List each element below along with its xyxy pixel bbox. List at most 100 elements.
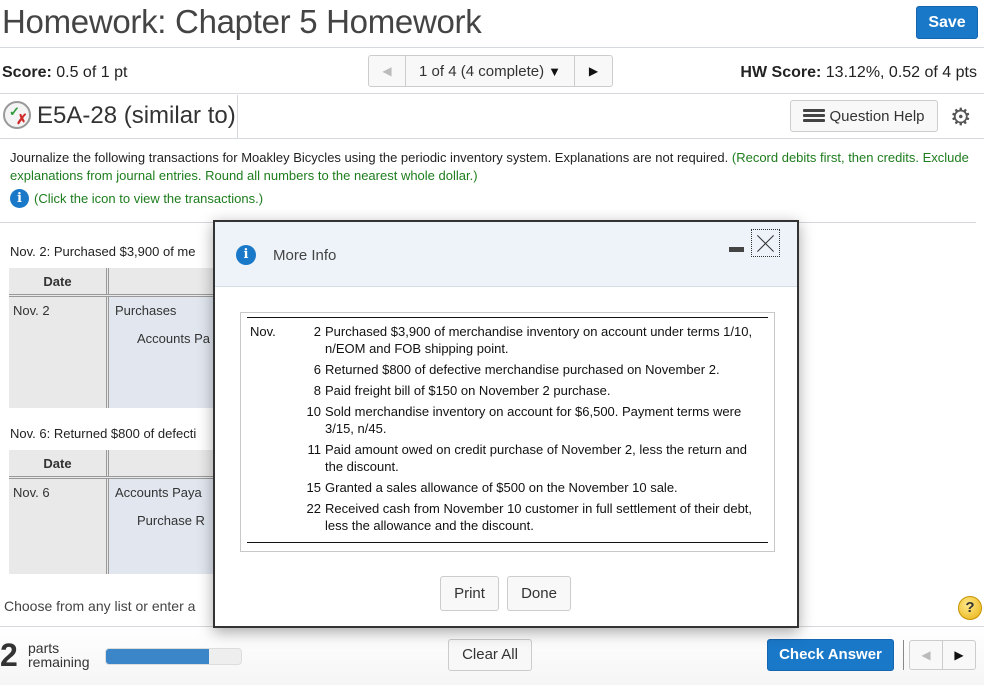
transaction-day: 15 xyxy=(306,480,321,495)
transaction-row: 10 Sold merchandise inventory on account … xyxy=(247,403,768,437)
footer-bar: 2 parts remaining Clear All Check Answer… xyxy=(0,627,984,685)
account-select[interactable]: Accounts Paya xyxy=(109,479,229,507)
save-button[interactable]: Save xyxy=(916,6,978,39)
bottom-rule xyxy=(247,542,768,543)
transaction-month xyxy=(247,403,287,437)
transaction-description: Granted a sales allowance of $500 on the… xyxy=(325,480,678,495)
dialog-header: i More Info xyxy=(215,222,797,287)
footer-pager: ◀ ▶ xyxy=(909,640,976,670)
transaction-row: 8 Paid freight bill of $150 on November 2… xyxy=(247,382,768,399)
transaction-row: 11 Paid amount owed on credit purchase of… xyxy=(247,441,768,475)
title-bar: Homework: Chapter 5 Homework Save xyxy=(0,0,984,48)
transaction-description: Returned $800 of defective merchandise p… xyxy=(325,362,720,377)
question-help-label: Question Help xyxy=(829,107,925,125)
date-cell: Nov. 2 xyxy=(9,297,109,408)
info-icon: i xyxy=(236,245,256,265)
check-answer-button[interactable]: Check Answer xyxy=(767,639,894,671)
divider xyxy=(903,640,904,670)
question-select-dropdown[interactable]: 1 of 4 (4 complete) ▼ xyxy=(406,56,575,86)
next-question-button[interactable]: ▶ xyxy=(575,56,612,86)
more-info-dialog: i More Info Nov. 2 Purchased $3,900 of mer… xyxy=(213,220,799,628)
parts-label-line-2: remaining xyxy=(28,654,90,670)
account-select[interactable]: Accounts Pa xyxy=(109,325,229,353)
transaction-day: 22 xyxy=(306,501,321,516)
transaction-row: 22 Received cash from November 10 custome… xyxy=(247,500,768,534)
click-hint: (Click the icon to view the transactions… xyxy=(34,191,264,206)
triangle-right-icon: ▶ xyxy=(588,64,599,78)
account-column-header xyxy=(109,450,229,476)
transaction-row: 6 Returned $800 of defective merchandise … xyxy=(247,361,768,378)
triangle-left-icon: ◀ xyxy=(382,64,392,78)
transaction-row: Nov. 2 Purchased $3,900 of merchandise inv… xyxy=(247,323,768,357)
previous-question-button[interactable]: ◀ xyxy=(910,641,943,669)
parts-remaining-label: parts remaining xyxy=(28,641,89,669)
divider xyxy=(237,95,238,139)
date-column-header: Date xyxy=(9,450,109,476)
view-transactions-row: i (Click the icon to view the transactio… xyxy=(10,189,263,208)
transaction-description: Sold merchandise inventory on account fo… xyxy=(325,404,742,436)
account-cell: Accounts Paya Purchase R xyxy=(109,479,229,574)
table-row: Nov. 2 Purchases Accounts Pa xyxy=(9,297,229,408)
parts-remaining-count: 2 xyxy=(0,637,18,673)
transaction-day: 10 xyxy=(306,404,321,419)
progress-fill xyxy=(106,649,209,664)
table-header: Date xyxy=(9,450,229,479)
transaction-day: 11 xyxy=(307,442,322,457)
done-button[interactable]: Done xyxy=(507,576,571,611)
transaction-day: 2 xyxy=(313,324,321,339)
transaction-row: 15 Granted a sales allowance of $500 on t… xyxy=(247,479,768,496)
date-cell: Nov. 6 xyxy=(9,479,109,574)
instructions-main: Journalize the following transactions fo… xyxy=(10,150,732,165)
next-question-button[interactable]: ▶ xyxy=(943,641,975,669)
transactions-list: Nov. 2 Purchased $3,900 of merchandise inv… xyxy=(247,318,768,542)
info-icon[interactable]: i xyxy=(10,189,29,208)
hw-score-label: HW Score: xyxy=(740,64,822,81)
caret-down-icon: ▼ xyxy=(548,63,561,79)
question-help-button[interactable]: Question Help xyxy=(790,100,938,132)
transactions-box: Nov. 2 Purchased $3,900 of merchandise inv… xyxy=(240,312,775,552)
journal-entry-label: Nov. 6: Returned $800 of defecti xyxy=(10,426,197,441)
hw-score-value: 13.12%, 0.52 of 4 pts xyxy=(821,64,977,81)
homework-page: Homework: Chapter 5 Homework Save Score:… xyxy=(0,0,984,685)
transaction-month xyxy=(247,479,287,496)
account-cell: Purchases Accounts Pa xyxy=(109,297,229,408)
question-id: E5A-28 (similar to) xyxy=(37,102,236,129)
pager-label: 1 of 4 (4 complete) xyxy=(419,62,545,80)
progress-bar xyxy=(105,648,242,665)
transaction-description: Paid freight bill of $150 on November 2 … xyxy=(325,383,611,398)
transaction-day: 6 xyxy=(313,362,321,377)
dialog-title: More Info xyxy=(273,247,337,264)
instructions: Journalize the following transactions fo… xyxy=(10,149,970,185)
print-button[interactable]: Print xyxy=(440,576,499,611)
table-row: Nov. 6 Accounts Paya Purchase R xyxy=(9,479,229,574)
list-icon xyxy=(803,109,826,123)
transaction-month xyxy=(247,500,287,534)
score-bar: Score: 0.5 of 1 pt ◀ 1 of 4 (4 complete)… xyxy=(0,49,984,94)
previous-question-button[interactable]: ◀ xyxy=(369,56,406,86)
journal-table: Date Nov. 6 Accounts Paya Purchase R xyxy=(9,450,229,574)
transaction-day: 8 xyxy=(313,383,321,398)
close-icon[interactable] xyxy=(751,229,780,257)
x-mark-icon: ✗ xyxy=(16,111,28,127)
triangle-right-icon: ▶ xyxy=(954,648,964,662)
transaction-description: Received cash from November 10 customer … xyxy=(325,501,753,533)
question-pager: ◀ 1 of 4 (4 complete) ▼ ▶ xyxy=(368,55,613,87)
choose-hint: Choose from any list or enter a xyxy=(4,598,196,614)
gear-icon[interactable]: ⚙ xyxy=(950,103,972,132)
transaction-description: Paid amount owed on credit purchase of N… xyxy=(325,442,748,474)
question-score: Score: 0.5 of 1 pt xyxy=(2,64,127,82)
account-column-header xyxy=(109,268,229,294)
table-header: Date xyxy=(9,268,229,297)
transaction-description: Purchased $3,900 of merchandise inventor… xyxy=(325,324,753,356)
journal-table: Date Nov. 2 Purchases Accounts Pa xyxy=(9,268,229,408)
account-select[interactable]: Purchase R xyxy=(109,507,229,535)
clear-all-button[interactable]: Clear All xyxy=(448,639,532,671)
partial-credit-icon: ✓ ✗ xyxy=(3,101,31,129)
account-select[interactable]: Purchases xyxy=(109,297,229,325)
minimize-icon[interactable] xyxy=(729,247,744,252)
help-icon[interactable]: ? xyxy=(958,596,982,620)
date-column-header: Date xyxy=(9,268,109,294)
hw-score: HW Score: 13.12%, 0.52 of 4 pts xyxy=(740,64,977,82)
transaction-month xyxy=(247,361,287,378)
score-value: 0.5 of 1 pt xyxy=(51,64,128,81)
